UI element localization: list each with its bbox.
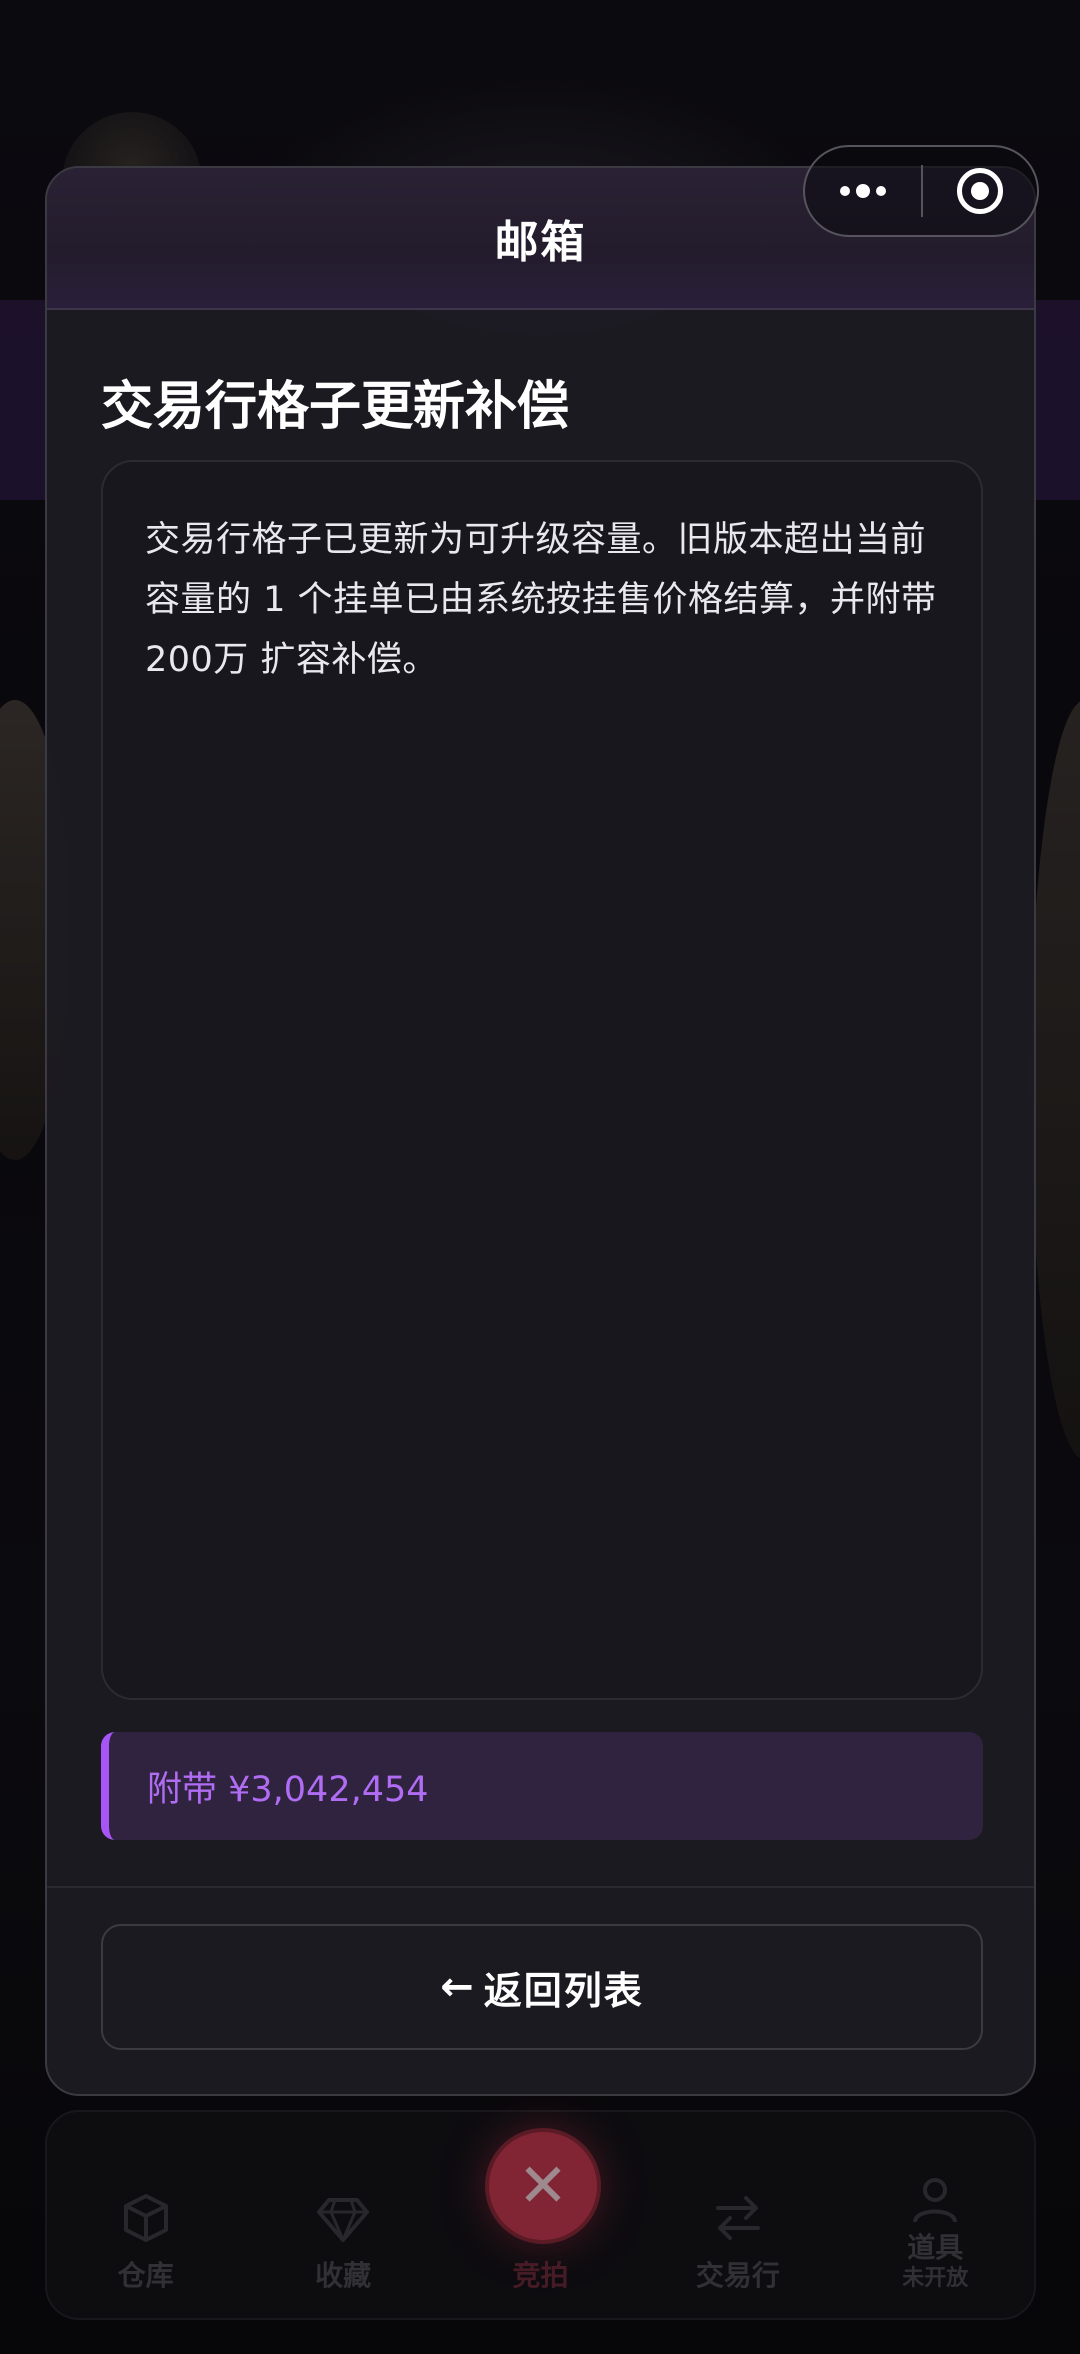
dot xyxy=(856,184,870,198)
mail-body-text: 交易行格子已更新为可升级容量。旧版本超出当前容量的 1 个挂单已由系统按挂售价格… xyxy=(145,520,937,680)
attachment-text: 附带 ¥3,042,454 xyxy=(147,1769,429,1810)
back-to-list-button[interactable]: ← 返回列表 xyxy=(101,1924,983,2050)
target-dot xyxy=(971,182,989,200)
mail-modal: 邮箱 交易行格子更新补偿 交易行格子已更新为可升级容量。旧版本超出当前容量的 1… xyxy=(45,166,1036,2096)
mail-subject: 交易行格子更新补偿 xyxy=(101,377,570,437)
more-dots-icon[interactable] xyxy=(805,147,921,235)
modal-title: 邮箱 xyxy=(494,217,587,268)
target-close-icon[interactable] xyxy=(923,147,1037,235)
attachment-bar: 附带 ¥3,042,454 xyxy=(101,1732,983,1840)
target-ring xyxy=(957,168,1003,214)
modal-divider xyxy=(47,1886,1034,1888)
capsule-menu xyxy=(803,145,1039,237)
dot xyxy=(876,186,886,196)
arrow-left-icon: ← xyxy=(440,1964,474,2010)
dot xyxy=(840,186,850,196)
mail-body: 交易行格子已更新为可升级容量。旧版本超出当前容量的 1 个挂单已由系统按挂售价格… xyxy=(101,460,983,1700)
back-button-label: 返回列表 xyxy=(483,1968,644,2013)
